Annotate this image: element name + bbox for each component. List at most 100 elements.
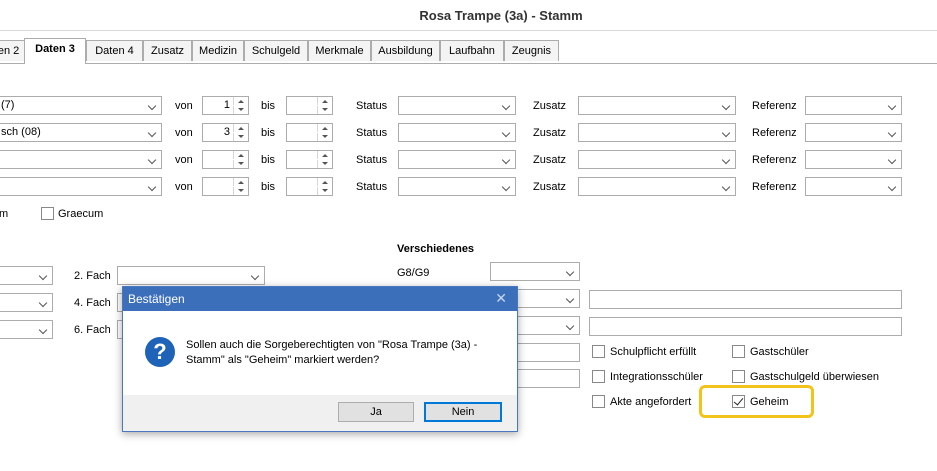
tab-daten-3[interactable]: Daten 3 xyxy=(24,38,86,64)
subject-select[interactable]: (7) xyxy=(0,96,162,115)
confirm-dialog: Bestätigen ✕ ? Sollen auch die Sorgebere… xyxy=(122,286,518,432)
fach-1-select[interactable] xyxy=(0,266,53,285)
spin-down-icon[interactable] xyxy=(317,106,332,114)
von-stepper[interactable]: 1 xyxy=(202,96,249,115)
dialog-title: Bestätigen xyxy=(128,292,185,306)
zusatz-label: Zusatz xyxy=(533,127,567,139)
bis-label: bis xyxy=(261,181,276,193)
spin-down-icon[interactable] xyxy=(233,160,248,168)
spin-up-icon[interactable] xyxy=(317,97,332,105)
tab-ausbildung[interactable]: Ausbildung xyxy=(371,40,440,61)
tab-daten-2[interactable]: Daten 2 xyxy=(0,40,25,61)
fach-4-label: 4. Fach xyxy=(74,297,111,309)
spin-up-icon[interactable] xyxy=(233,97,248,105)
zusatz-select[interactable] xyxy=(578,150,736,169)
chevron-down-icon xyxy=(498,178,515,195)
integration-checkbox[interactable] xyxy=(592,370,605,383)
von-stepper[interactable]: 3 xyxy=(202,123,249,142)
verschiedenes-text-3[interactable] xyxy=(589,317,902,336)
subject-select[interactable]: sch (08) xyxy=(0,123,162,142)
status-label: Status xyxy=(356,127,388,139)
fach-2-label: 2. Fach xyxy=(74,270,111,282)
chevron-down-icon xyxy=(35,267,52,284)
chevron-down-icon xyxy=(498,151,515,168)
fach-6-label: 6. Fach xyxy=(74,324,111,336)
zusatz-select[interactable] xyxy=(578,123,736,142)
tab-merkmale[interactable]: Merkmale xyxy=(308,40,371,61)
spin-up-icon[interactable] xyxy=(233,178,248,186)
referenz-select[interactable] xyxy=(805,177,902,196)
referenz-label: Referenz xyxy=(752,154,797,166)
graecum-label: Graecum xyxy=(58,208,104,220)
zusatz-select[interactable] xyxy=(578,96,736,115)
tab-zusatz[interactable]: Zusatz xyxy=(143,40,192,61)
von-stepper[interactable] xyxy=(202,177,249,196)
tab-medizin[interactable]: Medizin xyxy=(192,40,244,61)
status-label: Status xyxy=(356,154,388,166)
verschiedenes-text-2[interactable] xyxy=(589,290,902,309)
von-stepper[interactable] xyxy=(202,150,249,169)
zusatz-select[interactable] xyxy=(578,177,736,196)
bis-stepper[interactable] xyxy=(286,150,333,169)
tab-laufbahn[interactable]: Laufbahn xyxy=(440,40,504,61)
gastschueler-checkbox[interactable] xyxy=(732,345,745,358)
spin-up-icon[interactable] xyxy=(317,124,332,132)
referenz-select[interactable] xyxy=(805,150,902,169)
spin-up-icon[interactable] xyxy=(317,151,332,159)
g8g9-select[interactable] xyxy=(490,262,580,281)
bis-stepper[interactable] xyxy=(286,123,333,142)
schulpflicht-checkbox[interactable] xyxy=(592,345,605,358)
referenz-label: Referenz xyxy=(752,127,797,139)
bis-stepper[interactable] xyxy=(286,96,333,115)
status-label: Status xyxy=(356,100,388,112)
tab-schulgeld[interactable]: Schulgeld xyxy=(244,40,308,61)
referenz-select[interactable] xyxy=(805,96,902,115)
gastschulgeld-checkbox[interactable] xyxy=(732,370,745,383)
fach-2-select[interactable] xyxy=(117,266,265,285)
spin-down-icon[interactable] xyxy=(233,187,248,195)
spin-down-icon[interactable] xyxy=(233,106,248,114)
chevron-down-icon xyxy=(35,321,52,338)
status-select[interactable] xyxy=(398,96,516,115)
yes-button[interactable]: Ja xyxy=(338,402,414,422)
graecum-checkbox[interactable] xyxy=(41,207,54,220)
bis-label: bis xyxy=(261,127,276,139)
close-icon[interactable]: ✕ xyxy=(495,290,507,307)
chevron-down-icon xyxy=(144,178,161,195)
bis-label: bis xyxy=(261,100,276,112)
dialog-message: Sollen auch die Sorgeberechtigten von "R… xyxy=(186,339,478,366)
chevron-down-icon xyxy=(498,97,515,114)
status-select[interactable] xyxy=(398,150,516,169)
bis-stepper[interactable] xyxy=(286,177,333,196)
fach-3-select[interactable] xyxy=(0,293,53,312)
fach-5-select[interactable] xyxy=(0,320,53,339)
bis-label: bis xyxy=(261,154,276,166)
subject-select[interactable] xyxy=(0,150,162,169)
tab-daten-4[interactable]: Daten 4 xyxy=(86,40,143,61)
status-select[interactable] xyxy=(398,123,516,142)
chevron-down-icon xyxy=(718,178,735,195)
no-button[interactable]: Nein xyxy=(424,402,502,422)
chevron-down-icon xyxy=(884,178,901,195)
spin-down-icon[interactable] xyxy=(233,133,248,141)
spin-down-icon[interactable] xyxy=(317,160,332,168)
geheim-checkbox[interactable] xyxy=(732,395,745,408)
subject-select[interactable] xyxy=(0,177,162,196)
von-label: von xyxy=(175,154,193,166)
status-select[interactable] xyxy=(398,177,516,196)
question-icon: ? xyxy=(145,337,175,367)
akte-checkbox[interactable] xyxy=(592,395,605,408)
von-label: von xyxy=(175,181,193,193)
status-label: Status xyxy=(356,181,388,193)
spin-down-icon[interactable] xyxy=(317,133,332,141)
geheim-label: Geheim xyxy=(750,396,789,408)
tab-zeugnis[interactable]: Zeugnis xyxy=(504,40,559,61)
spin-up-icon[interactable] xyxy=(317,178,332,186)
zusatz-label: Zusatz xyxy=(533,100,567,112)
chevron-down-icon xyxy=(562,263,579,280)
window-title: Rosa Trampe (3a) - Stamm xyxy=(419,8,583,23)
spin-down-icon[interactable] xyxy=(317,187,332,195)
referenz-select[interactable] xyxy=(805,123,902,142)
spin-up-icon[interactable] xyxy=(233,124,248,132)
spin-up-icon[interactable] xyxy=(233,151,248,159)
